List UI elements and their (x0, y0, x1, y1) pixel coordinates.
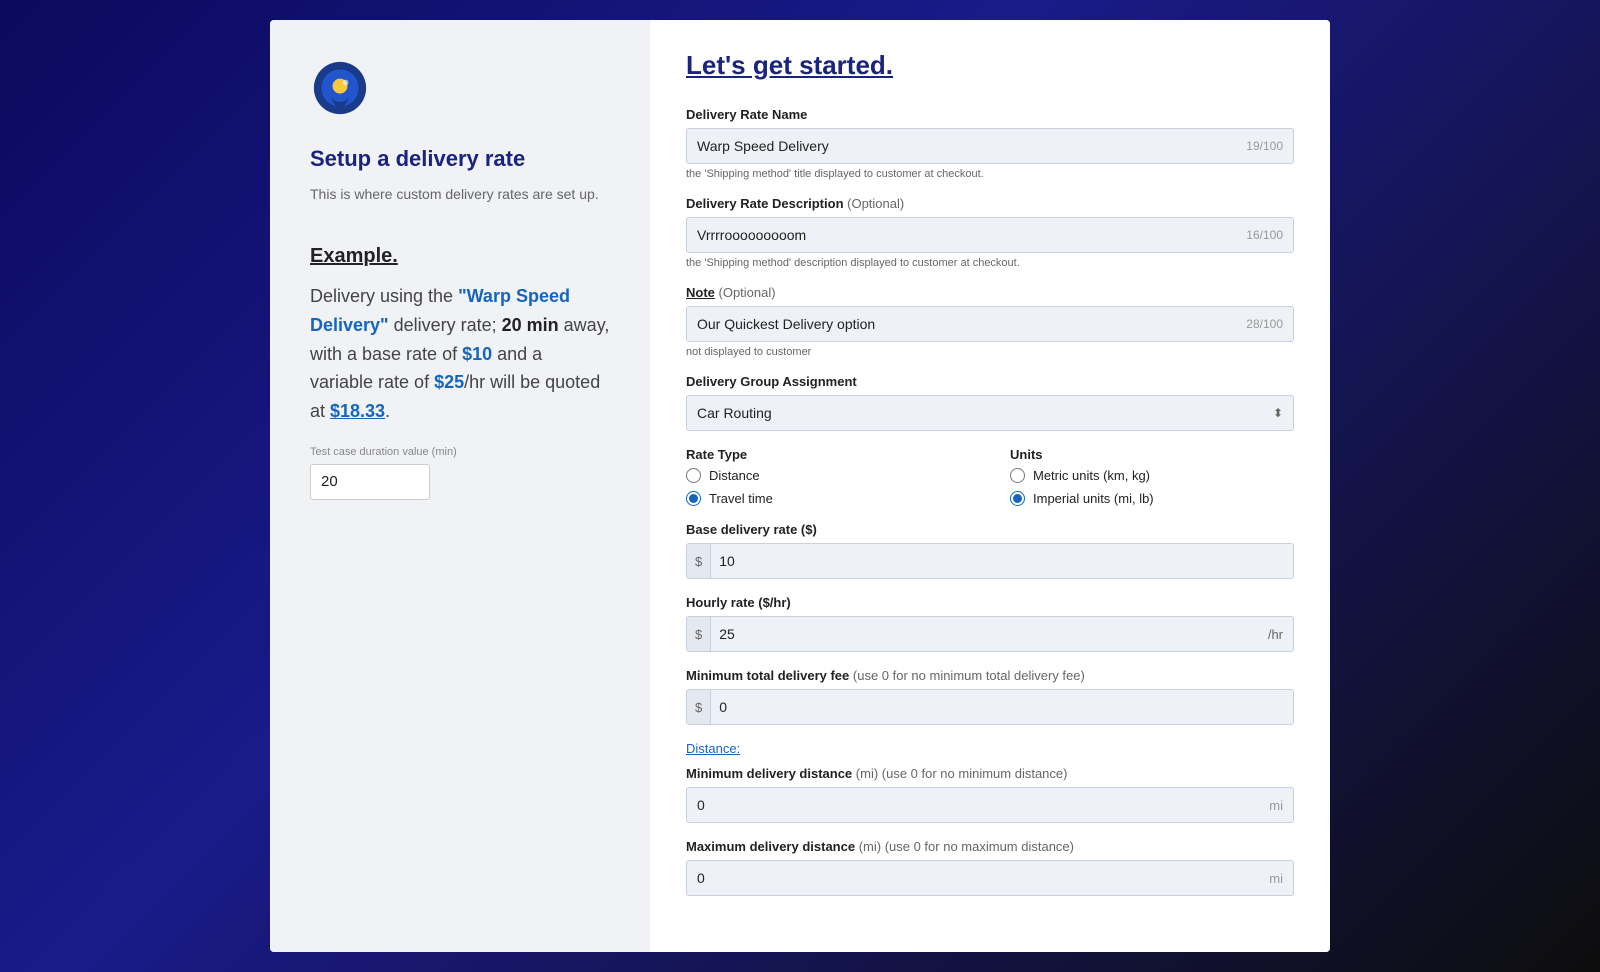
max-distance-label: Maximum delivery distance (mi) (use 0 fo… (686, 839, 1294, 854)
min-fee-input-wrapper: $ (686, 689, 1294, 725)
delivery-rate-name-counter: 19/100 (1246, 139, 1283, 153)
min-fee-label: Minimum total delivery fee (use 0 for no… (686, 668, 1294, 683)
min-distance-input[interactable] (697, 797, 1269, 813)
min-distance-input-wrapper: mi (686, 787, 1294, 823)
delivery-rate-desc-label: Delivery Rate Description (Optional) (686, 196, 1294, 211)
max-distance-input[interactable] (697, 870, 1269, 886)
units-radio-group: Metric units (km, kg) Imperial units (mi… (1010, 468, 1294, 506)
delivery-group-select-wrapper: Car Routing Bike Routing Walk Routing ⬍ (686, 395, 1294, 431)
delivery-rate-name-group: Delivery Rate Name 19/100 the 'Shipping … (686, 107, 1294, 180)
min-distance-group: Minimum delivery distance (mi) (use 0 fo… (686, 766, 1294, 823)
example-title: Example. (310, 245, 398, 268)
delivery-group-label: Delivery Group Assignment (686, 374, 1294, 389)
rate-type-units-row: Rate Type Distance Travel time Units Met… (686, 447, 1294, 506)
delivery-rate-desc-group: Delivery Rate Description (Optional) 16/… (686, 196, 1294, 269)
note-group: Note (Optional) 28/100 not displayed to … (686, 285, 1294, 358)
delivery-rate-name-label: Delivery Rate Name (686, 107, 1294, 122)
setup-title: Setup a delivery rate (310, 146, 525, 172)
page-heading: Let's get started. (686, 50, 1294, 81)
rate-type-label: Rate Type (686, 447, 970, 462)
min-distance-suffix: mi (1269, 798, 1283, 813)
delivery-rate-desc-input[interactable] (697, 227, 1246, 243)
setup-desc: This is where custom delivery rates are … (310, 184, 599, 205)
note-input[interactable] (697, 316, 1246, 332)
example-variable-rate: $25 (434, 372, 464, 392)
example-total: $18.33 (330, 401, 385, 421)
example-base-rate: $10 (462, 344, 492, 364)
example-text: Delivery using the "Warp Speed Delivery"… (310, 282, 610, 426)
rate-type-distance-option[interactable]: Distance (686, 468, 970, 483)
min-fee-prefix: $ (687, 690, 711, 724)
delivery-group-select[interactable]: Car Routing Bike Routing Walk Routing (697, 405, 1273, 421)
main-container: Setup a delivery rate This is where cust… (270, 20, 1330, 952)
test-duration-input[interactable]: 20 ▲ ▼ (310, 464, 430, 500)
max-distance-input-wrapper: mi (686, 860, 1294, 896)
units-label: Units (1010, 447, 1294, 462)
units-col: Units Metric units (km, kg) Imperial uni… (1010, 447, 1294, 506)
units-imperial-radio[interactable] (1010, 491, 1025, 506)
select-arrow-icon: ⬍ (1273, 406, 1283, 420)
units-metric-option[interactable]: Metric units (km, kg) (1010, 468, 1294, 483)
right-panel: Let's get started. Delivery Rate Name 19… (650, 20, 1330, 952)
base-rate-prefix: $ (687, 544, 711, 578)
hourly-rate-input[interactable] (711, 626, 1258, 642)
rate-type-travel-radio[interactable] (686, 491, 701, 506)
units-metric-radio[interactable] (1010, 468, 1025, 483)
pin-icon (310, 60, 370, 130)
delivery-rate-desc-hint: the 'Shipping method' description displa… (686, 257, 1294, 269)
max-distance-group: Maximum delivery distance (mi) (use 0 fo… (686, 839, 1294, 896)
min-distance-label: Minimum delivery distance (mi) (use 0 fo… (686, 766, 1294, 781)
rate-type-radio-group: Distance Travel time (686, 468, 970, 506)
base-rate-group: Base delivery rate ($) $ (686, 522, 1294, 579)
base-rate-label: Base delivery rate ($) (686, 522, 1294, 537)
units-imperial-option[interactable]: Imperial units (mi, lb) (1010, 491, 1294, 506)
min-fee-input[interactable] (711, 699, 1293, 715)
example-time: 20 min (502, 315, 559, 335)
base-rate-input[interactable] (711, 553, 1293, 569)
base-rate-input-wrapper: $ (686, 543, 1294, 579)
hourly-rate-suffix: /hr (1258, 627, 1293, 642)
rate-type-travel-option[interactable]: Travel time (686, 491, 970, 506)
rate-type-distance-radio[interactable] (686, 468, 701, 483)
delivery-group-group: Delivery Group Assignment Car Routing Bi… (686, 374, 1294, 431)
note-counter: 28/100 (1246, 317, 1283, 331)
hourly-rate-input-wrapper: $ /hr (686, 616, 1294, 652)
max-distance-suffix: mi (1269, 871, 1283, 886)
hourly-rate-group: Hourly rate ($/hr) $ /hr (686, 595, 1294, 652)
left-panel: Setup a delivery rate This is where cust… (270, 20, 650, 952)
delivery-rate-name-input-wrapper: 19/100 (686, 128, 1294, 164)
note-label: Note (Optional) (686, 285, 1294, 300)
delivery-rate-desc-counter: 16/100 (1246, 228, 1283, 242)
rate-type-col: Rate Type Distance Travel time (686, 447, 970, 506)
delivery-rate-desc-input-wrapper: 16/100 (686, 217, 1294, 253)
test-label: Test case duration value (min) (310, 446, 457, 458)
distance-link[interactable]: Distance: (686, 741, 1294, 756)
min-fee-group: Minimum total delivery fee (use 0 for no… (686, 668, 1294, 725)
note-input-wrapper: 28/100 (686, 306, 1294, 342)
delivery-rate-name-hint: the 'Shipping method' title displayed to… (686, 168, 1294, 180)
hourly-rate-prefix: $ (687, 617, 711, 651)
delivery-rate-name-input[interactable] (697, 138, 1246, 154)
hourly-rate-label: Hourly rate ($/hr) (686, 595, 1294, 610)
test-duration-value[interactable]: 20 (311, 473, 430, 490)
note-hint: not displayed to customer (686, 346, 1294, 358)
